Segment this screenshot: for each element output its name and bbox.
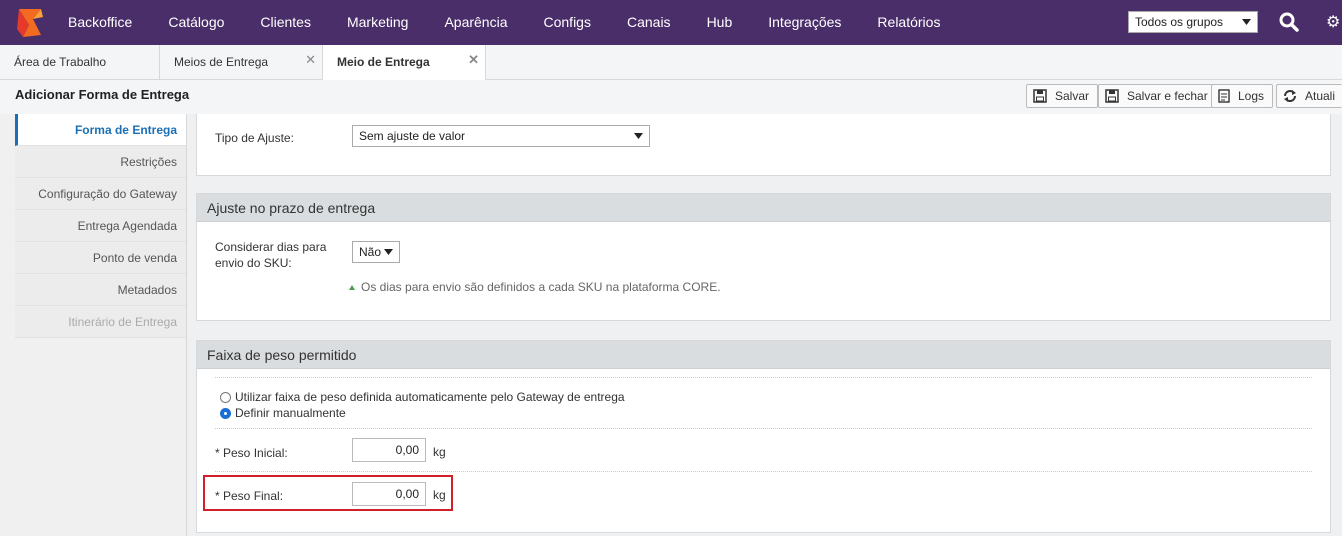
document-icon	[1218, 89, 1230, 103]
title-bar: Adicionar Forma de Entrega Salvar Salvar…	[0, 80, 1342, 114]
save-icon	[1105, 89, 1119, 103]
prazo-select[interactable]: Não	[352, 241, 400, 263]
nav-backoffice[interactable]: Backoffice	[60, 0, 150, 45]
divider	[215, 428, 1312, 429]
prazo-label-line1: Considerar dias para	[215, 240, 327, 254]
refresh-icon	[1284, 90, 1296, 102]
menu-itinerario-de-entrega: Itinerário de Entrega	[15, 306, 186, 338]
logo-icon	[17, 8, 43, 37]
nav-hub[interactable]: Hub	[689, 0, 751, 45]
tab-meios-de-entrega[interactable]: Meios de Entrega ✕	[160, 45, 323, 80]
refresh-button[interactable]: Atuali	[1276, 84, 1342, 108]
logs-label: Logs	[1238, 89, 1265, 103]
gear-icon[interactable]: ⚙	[1326, 12, 1342, 32]
prazo-value: Não	[359, 245, 382, 259]
nav-relatorios[interactable]: Relatórios	[859, 0, 958, 45]
logo[interactable]	[0, 0, 60, 45]
peso-inicial-label: * Peso Inicial:	[215, 446, 288, 460]
tab-label: Meio de Entrega	[337, 55, 430, 69]
chevron-down-icon	[1242, 19, 1251, 25]
tab-meio-de-entrega[interactable]: Meio de Entrega ✕	[322, 45, 486, 81]
tabs-bar: Área de Trabalho Meios de Entrega ✕ Meio…	[0, 45, 1342, 81]
adjust-type-select[interactable]: Sem ajuste de valor	[352, 125, 650, 147]
adjust-type-value: Sem ajuste de valor	[359, 129, 466, 143]
divider	[215, 471, 1312, 472]
page-title: Adicionar Forma de Entrega	[15, 87, 190, 102]
adjust-panel: Tipo de Ajuste: Sem ajuste de valor	[196, 114, 1331, 176]
chevron-down-icon	[634, 133, 643, 139]
divider	[215, 377, 1312, 378]
close-icon[interactable]: ✕	[305, 45, 316, 75]
save-label: Salvar	[1055, 89, 1090, 103]
left-menu: Forma de Entrega Restrições Configuração…	[15, 114, 186, 338]
group-select-value: Todos os grupos	[1135, 15, 1224, 29]
menu-restricoes[interactable]: Restrições	[15, 146, 186, 178]
radio-auto[interactable]: Utilizar faixa de peso definida automati…	[220, 390, 625, 404]
nav-marketing[interactable]: Marketing	[329, 0, 426, 45]
caret-up-icon	[349, 285, 355, 290]
adjust-type-label: Tipo de Ajuste:	[215, 131, 294, 145]
chevron-down-icon	[384, 249, 393, 255]
refresh-label: Atuali	[1305, 89, 1336, 103]
peso-inicial-unit: kg	[433, 445, 446, 459]
search-icon[interactable]	[1278, 11, 1300, 33]
radio-auto-control[interactable]	[220, 391, 231, 403]
top-navbar: Backoffice Catálogo Clientes Marketing A…	[0, 0, 1342, 45]
tab-label: Meios de Entrega	[174, 55, 269, 69]
highlight-box	[203, 475, 453, 511]
radio-auto-label: Utilizar faixa de peso definida automati…	[235, 390, 625, 404]
save-close-button[interactable]: Salvar e fechar	[1098, 84, 1217, 108]
save-icon	[1033, 89, 1047, 103]
tab-label: Área de Trabalho	[14, 55, 107, 69]
group-select[interactable]: Todos os grupos	[1128, 11, 1258, 33]
menu-ponto-de-venda[interactable]: Ponto de venda	[15, 242, 186, 274]
prazo-hint-text: Os dias para envio são definidos a cada …	[361, 280, 721, 294]
logs-button[interactable]: Logs	[1211, 84, 1274, 108]
nav-configs[interactable]: Configs	[526, 0, 609, 45]
menu-metadados[interactable]: Metadados	[15, 274, 186, 306]
menu-entrega-agendada[interactable]: Entrega Agendada	[15, 210, 186, 242]
nav-clientes[interactable]: Clientes	[242, 0, 329, 45]
close-icon[interactable]: ✕	[468, 45, 479, 75]
main-nav: Backoffice Catálogo Clientes Marketing A…	[60, 0, 958, 45]
peso-inicial-input[interactable]: 0,00	[352, 438, 426, 462]
radio-manual[interactable]: Definir manualmente	[220, 406, 346, 420]
peso-header: Faixa de peso permitido	[197, 341, 1330, 369]
prazo-header: Ajuste no prazo de entrega	[197, 194, 1330, 222]
prazo-label-line2: envio do SKU:	[215, 256, 292, 270]
nav-integracoes[interactable]: Integrações	[750, 0, 859, 45]
menu-configuracao-gateway[interactable]: Configuração do Gateway	[15, 178, 186, 210]
save-close-label: Salvar e fechar	[1127, 89, 1208, 103]
prazo-hint: Os dias para envio são definidos a cada …	[349, 280, 721, 294]
save-button[interactable]: Salvar	[1026, 84, 1099, 108]
nav-aparencia[interactable]: Aparência	[426, 0, 525, 45]
radio-manual-control[interactable]	[220, 407, 231, 419]
menu-forma-de-entrega[interactable]: Forma de Entrega	[15, 114, 186, 146]
nav-catalogo[interactable]: Catálogo	[150, 0, 242, 45]
tab-area-de-trabalho[interactable]: Área de Trabalho	[0, 45, 160, 80]
prazo-panel: Ajuste no prazo de entrega Considerar di…	[196, 193, 1331, 321]
radio-manual-label: Definir manualmente	[235, 406, 346, 420]
nav-canais[interactable]: Canais	[609, 0, 689, 45]
